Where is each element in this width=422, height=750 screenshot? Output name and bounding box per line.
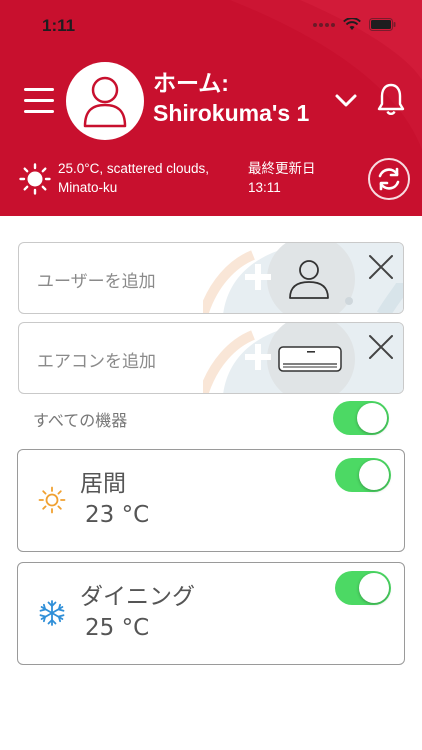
home-name: Shirokuma's 1 <box>153 100 310 126</box>
add-user-card[interactable]: ユーザーを追加 <box>18 242 404 314</box>
room-name: ダイニング <box>80 584 195 610</box>
battery-icon <box>369 18 396 31</box>
air-conditioner-icon <box>278 346 342 372</box>
all-devices-toggle[interactable] <box>333 401 389 435</box>
last-updated-label: 最終更新日 <box>248 161 316 176</box>
wifi-icon <box>343 18 361 30</box>
header: 1:11 ホーム: Shirokuma's 1 25.0°C, scattere… <box>0 0 422 216</box>
close-icon[interactable] <box>367 333 395 361</box>
room-toggle-dining[interactable] <box>335 571 391 605</box>
refresh-icon <box>378 167 400 191</box>
add-aircon-label: エアコンを追加 <box>37 352 156 372</box>
sun-icon <box>38 486 66 514</box>
home-title-label: ホーム: <box>153 70 229 96</box>
weather-location: Minato-ku <box>58 180 118 195</box>
room-name: 居間 <box>80 471 126 497</box>
menu-icon[interactable] <box>24 88 54 114</box>
toggle-knob <box>359 573 389 603</box>
weather-description: 25.0°C, scattered clouds, <box>58 161 209 176</box>
last-updated-time: 13:11 <box>248 180 281 195</box>
toggle-knob <box>359 460 389 490</box>
chevron-down-icon[interactable] <box>334 90 358 110</box>
weather-info: 25.0°C, scattered clouds, Minato-ku <box>58 159 209 197</box>
bell-icon[interactable] <box>376 82 406 116</box>
sun-icon <box>19 163 51 195</box>
snowflake-icon <box>39 600 65 626</box>
home-title[interactable]: ホーム: Shirokuma's 1 <box>153 68 309 128</box>
status-time: 1:11 <box>42 16 76 35</box>
add-aircon-card[interactable]: エアコンを追加 <box>18 322 404 394</box>
refresh-button[interactable] <box>368 158 410 200</box>
close-icon[interactable] <box>367 253 395 281</box>
toggle-knob <box>357 403 387 433</box>
last-updated: 最終更新日 13:11 <box>248 159 316 197</box>
room-temperature: 23 °C <box>85 502 150 528</box>
add-user-label: ユーザーを追加 <box>37 272 156 292</box>
status-icons <box>313 18 396 31</box>
all-devices-label: すべての機器 <box>33 411 128 430</box>
room-toggle-living[interactable] <box>335 458 391 492</box>
user-icon <box>83 76 127 128</box>
room-temperature: 25 °C <box>85 615 150 641</box>
status-bar: 1:11 <box>0 0 422 52</box>
avatar[interactable] <box>66 62 144 140</box>
signal-icon <box>313 22 335 27</box>
